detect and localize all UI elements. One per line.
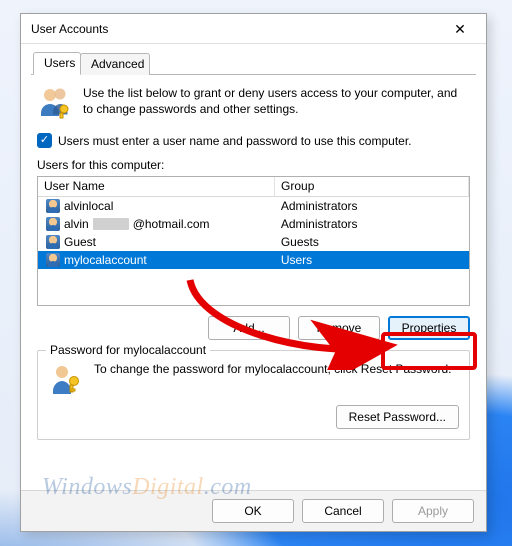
password-group-text: To change the password for mylocalaccoun… [94,361,459,377]
cell-username-prefix: alvin [64,217,89,231]
cell-username: Guest [64,235,96,249]
cell-group: Administrators [281,217,358,231]
users-listview[interactable]: User Name Group alvinlocal Administrator… [37,176,470,306]
intro-text: Use the list below to grant or deny user… [83,85,470,121]
user-icon [46,217,60,231]
list-buttons: Add... Remove Properties [37,316,470,340]
tab-users[interactable]: Users [33,52,81,75]
cell-group: Users [281,253,312,267]
password-groupbox: Password for mylocalaccount To change th… [37,350,470,440]
apply-button[interactable]: Apply [392,499,474,523]
titlebar[interactable]: User Accounts ✕ [21,14,486,44]
list-label: Users for this computer: [37,158,470,172]
cell-username: @hotmail.com [133,217,210,231]
tabstrip: Users Advanced [31,52,476,75]
intro-row: Use the list below to grant or deny user… [37,85,470,121]
users-keys-icon [37,85,73,121]
cancel-button[interactable]: Cancel [302,499,384,523]
close-icon: ✕ [454,21,466,37]
cell-username: alvinlocal [64,199,113,213]
column-group[interactable]: Group [275,177,469,196]
table-row[interactable]: alvinlocal Administrators [38,197,469,215]
user-icon [46,253,60,267]
user-icon [46,199,60,213]
window-title: User Accounts [31,22,440,36]
add-button[interactable]: Add... [208,316,290,340]
checkbox-label: Users must enter a user name and passwor… [58,134,412,148]
dialog-button-row: OK Cancel Apply [21,490,486,531]
reset-password-button[interactable]: Reset Password... [336,405,459,429]
masked-region [93,218,129,230]
user-accounts-dialog: User Accounts ✕ Users Advanced Use the l… [20,13,487,532]
ok-button[interactable]: OK [212,499,294,523]
tab-advanced[interactable]: Advanced [80,53,150,75]
password-group-legend: Password for mylocalaccount [46,343,210,357]
listview-body: alvinlocal Administrators alvin @hotmail.… [38,197,469,269]
table-row[interactable]: alvin @hotmail.com Administrators [38,215,469,233]
cell-username: mylocalaccount [64,253,147,267]
column-username[interactable]: User Name [38,177,275,196]
cell-group: Guests [281,235,319,249]
user-icon [46,235,60,249]
table-row-selected[interactable]: mylocalaccount Users [38,251,469,269]
remove-button[interactable]: Remove [298,316,380,340]
properties-button[interactable]: Properties [388,316,470,340]
user-key-icon [48,361,84,397]
require-password-checkbox[interactable]: ✓ Users must enter a user name and passw… [37,133,470,148]
listview-header[interactable]: User Name Group [38,177,469,197]
cell-group: Administrators [281,199,358,213]
table-row[interactable]: Guest Guests [38,233,469,251]
checkbox-icon: ✓ [37,133,52,148]
dialog-body: Use the list below to grant or deny user… [21,75,486,490]
close-button[interactable]: ✕ [440,16,480,42]
